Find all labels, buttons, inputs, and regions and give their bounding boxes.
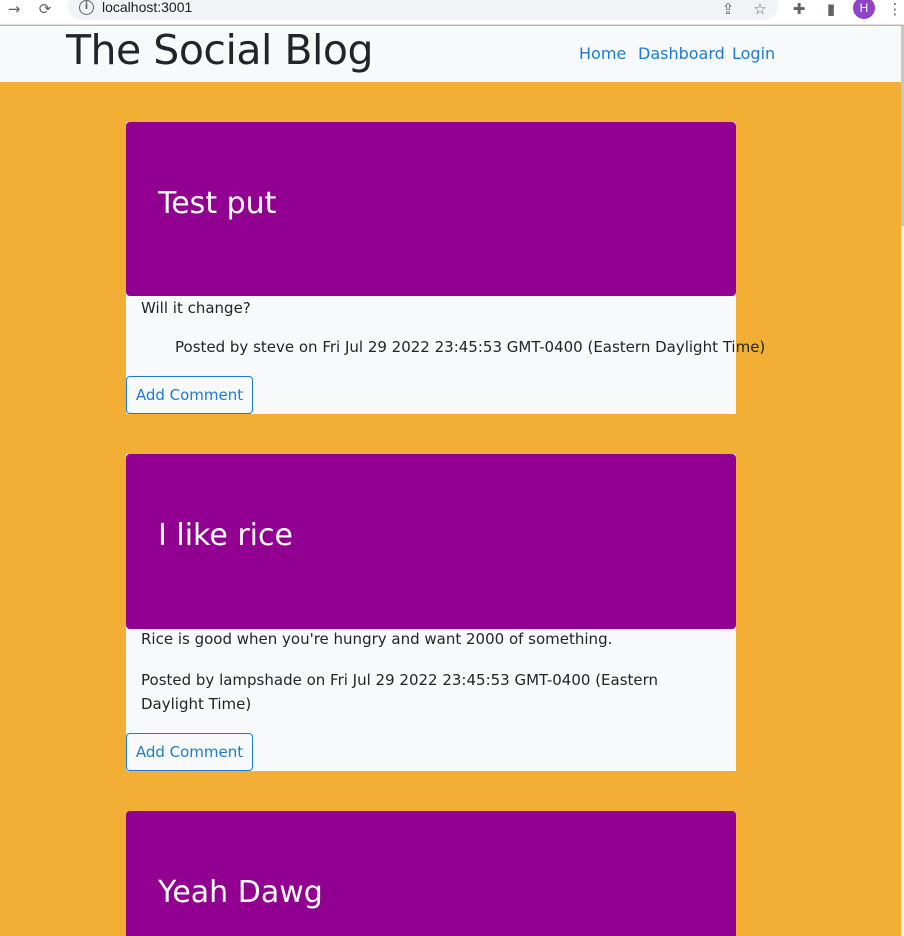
post-meta: Posted by lampshade on Fri Jul 29 2022 2… — [141, 671, 659, 713]
post-header: Yeah Dawg — [126, 811, 736, 936]
nav-login-link[interactable]: Login — [732, 44, 775, 63]
forward-icon[interactable]: → — [5, 0, 23, 18]
post-title: Test put — [158, 186, 277, 221]
post-body: Rice is good when you're hungry and want… — [141, 630, 613, 648]
nav-dashboard-link[interactable]: Dashboard — [638, 44, 725, 63]
extensions-icon[interactable]: ✚ — [790, 0, 808, 18]
post-title: Yeah Dawg — [158, 875, 323, 910]
reload-icon[interactable]: ⟳ — [36, 0, 54, 18]
post-meta: Posted by steve on Fri Jul 29 2022 23:45… — [175, 338, 766, 356]
post-title: I like rice — [158, 518, 293, 553]
site-navbar: The Social Blog Home Dashboard Login — [0, 26, 904, 82]
post-header: I like rice — [126, 454, 736, 629]
post-card: Test put Will it change? Posted by steve… — [126, 122, 765, 414]
site-info-icon[interactable]: i — [79, 0, 94, 15]
share-icon[interactable]: ⇪ — [719, 0, 737, 18]
post-body: Will it change? — [141, 299, 251, 317]
bookmark-star-icon[interactable]: ☆ — [751, 0, 769, 18]
post-card: Yeah Dawg — [126, 811, 736, 936]
menu-kebab-icon[interactable]: ⋮ — [888, 0, 903, 18]
site-brand[interactable]: The Social Blog — [66, 26, 374, 74]
profile-avatar[interactable]: H — [853, 0, 875, 19]
nav-home-link[interactable]: Home — [579, 44, 626, 63]
url-text[interactable]: localhost:3001 — [102, 0, 192, 15]
add-comment-button[interactable]: Add Comment — [126, 376, 253, 414]
add-comment-button[interactable]: Add Comment — [126, 733, 253, 771]
post-header: Test put — [126, 122, 736, 296]
browser-toolbar: → ⟳ i localhost:3001 ⇪ ☆ ✚ ▮ H ⋮ — [0, 0, 904, 25]
side-panel-icon[interactable]: ▮ — [822, 0, 840, 18]
post-card: I like rice Rice is good when you're hun… — [126, 454, 736, 771]
